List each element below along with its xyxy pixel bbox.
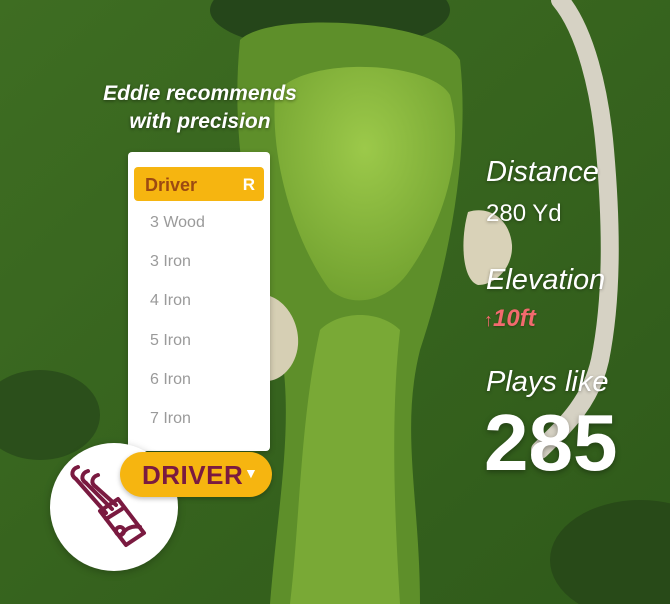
recommended-tag: R: [242, 175, 255, 194]
club-option-selected[interactable]: Driver R: [134, 167, 264, 201]
elevation-value: 10ft: [493, 305, 536, 332]
club-option[interactable]: 7 Iron: [150, 410, 191, 428]
plays-like-value: 285: [484, 398, 618, 487]
arrow-up-icon: ↑: [484, 310, 493, 330]
club-option-label: Driver: [145, 175, 198, 195]
plays-like-label: Plays like: [486, 366, 609, 398]
recommendation-headline: Eddie recommends with precision: [82, 80, 318, 136]
distance-label: Distance: [486, 156, 599, 188]
club-list-dropdown: Driver R 3 Wood 3 Iron 4 Iron 5 Iron 6 I…: [128, 152, 270, 451]
elevation-value-row: ↑10ft: [484, 305, 536, 333]
distance-value: 280 Yd: [486, 200, 562, 227]
headline-line-1: Eddie recommends: [103, 82, 297, 105]
club-option[interactable]: 4 Iron: [150, 292, 191, 310]
club-option[interactable]: 3 Wood: [150, 214, 205, 232]
driver-select-label: DRIVER: [142, 460, 244, 490]
club-option[interactable]: 3 Iron: [150, 253, 191, 271]
driver-select-button[interactable]: DRIVER ▼: [120, 452, 272, 497]
club-option[interactable]: 6 Iron: [150, 371, 191, 389]
elevation-label: Elevation: [486, 264, 606, 296]
caret-down-icon: ▼: [244, 465, 258, 481]
headline-line-2: with precision: [129, 110, 271, 133]
club-option[interactable]: 5 Iron: [150, 332, 191, 350]
